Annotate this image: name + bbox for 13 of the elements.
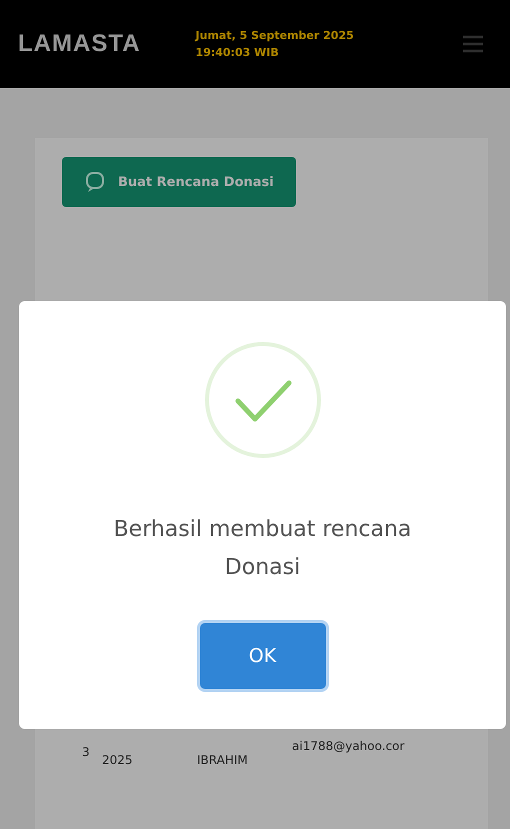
date-text: Jumat, 5 September 2025	[196, 29, 355, 42]
ok-button[interactable]: OK	[200, 623, 326, 689]
table-cell-text: IBRAHIM	[197, 752, 249, 767]
dialog-message: Berhasil membuat rencana Donasi	[112, 516, 412, 582]
create-plan-button[interactable]: Buat Rencana Donasi	[62, 157, 296, 207]
check-icon	[204, 341, 322, 459]
table-cell-text: 3	[81, 744, 91, 759]
time-text: 19:40:03 WIB	[196, 46, 280, 59]
logo: LAMASTA	[18, 30, 141, 58]
menu-icon[interactable]	[462, 34, 484, 54]
table-cell-text: 2025	[102, 752, 134, 767]
chat-icon	[84, 171, 106, 193]
table-cell-text: ai1788@yahoo.cor	[292, 738, 406, 753]
